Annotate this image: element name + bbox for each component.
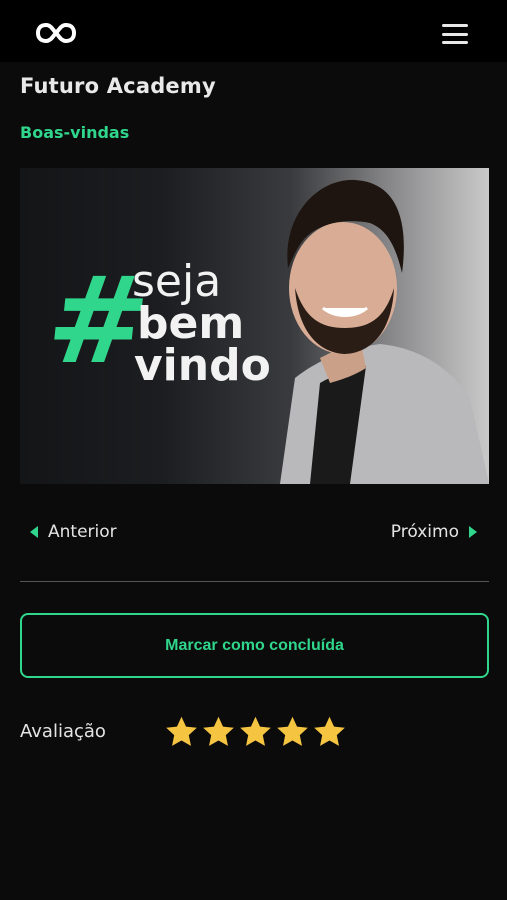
caret-left-icon (30, 526, 38, 538)
infinity-logo-icon[interactable] (36, 21, 76, 45)
star-icon[interactable] (312, 714, 347, 750)
course-title: Futuro Academy (20, 74, 216, 98)
caret-right-icon (469, 526, 477, 538)
star-icon[interactable] (164, 714, 199, 750)
previous-lesson-button[interactable]: Anterior (30, 519, 117, 545)
next-lesson-button[interactable]: Próximo (391, 519, 477, 545)
hamburger-menu-icon[interactable] (438, 20, 472, 48)
next-label: Próximo (390, 522, 459, 542)
star-icon[interactable] (238, 714, 273, 750)
top-bar (0, 0, 507, 62)
menu-line (442, 24, 468, 27)
rating-stars[interactable] (164, 714, 347, 750)
rating-label: Avaliação (20, 721, 106, 742)
star-icon[interactable] (275, 714, 310, 750)
menu-line (442, 41, 468, 44)
video-player[interactable]: # seja bem vindo (20, 168, 489, 484)
video-text-vindo: vindo (134, 340, 271, 391)
star-icon[interactable] (201, 714, 236, 750)
divider (20, 581, 489, 582)
lesson-title: Boas-vindas (20, 123, 130, 142)
previous-label: Anterior (48, 522, 117, 542)
menu-line (442, 32, 468, 36)
mark-complete-button[interactable]: Marcar como concluída (20, 613, 489, 678)
